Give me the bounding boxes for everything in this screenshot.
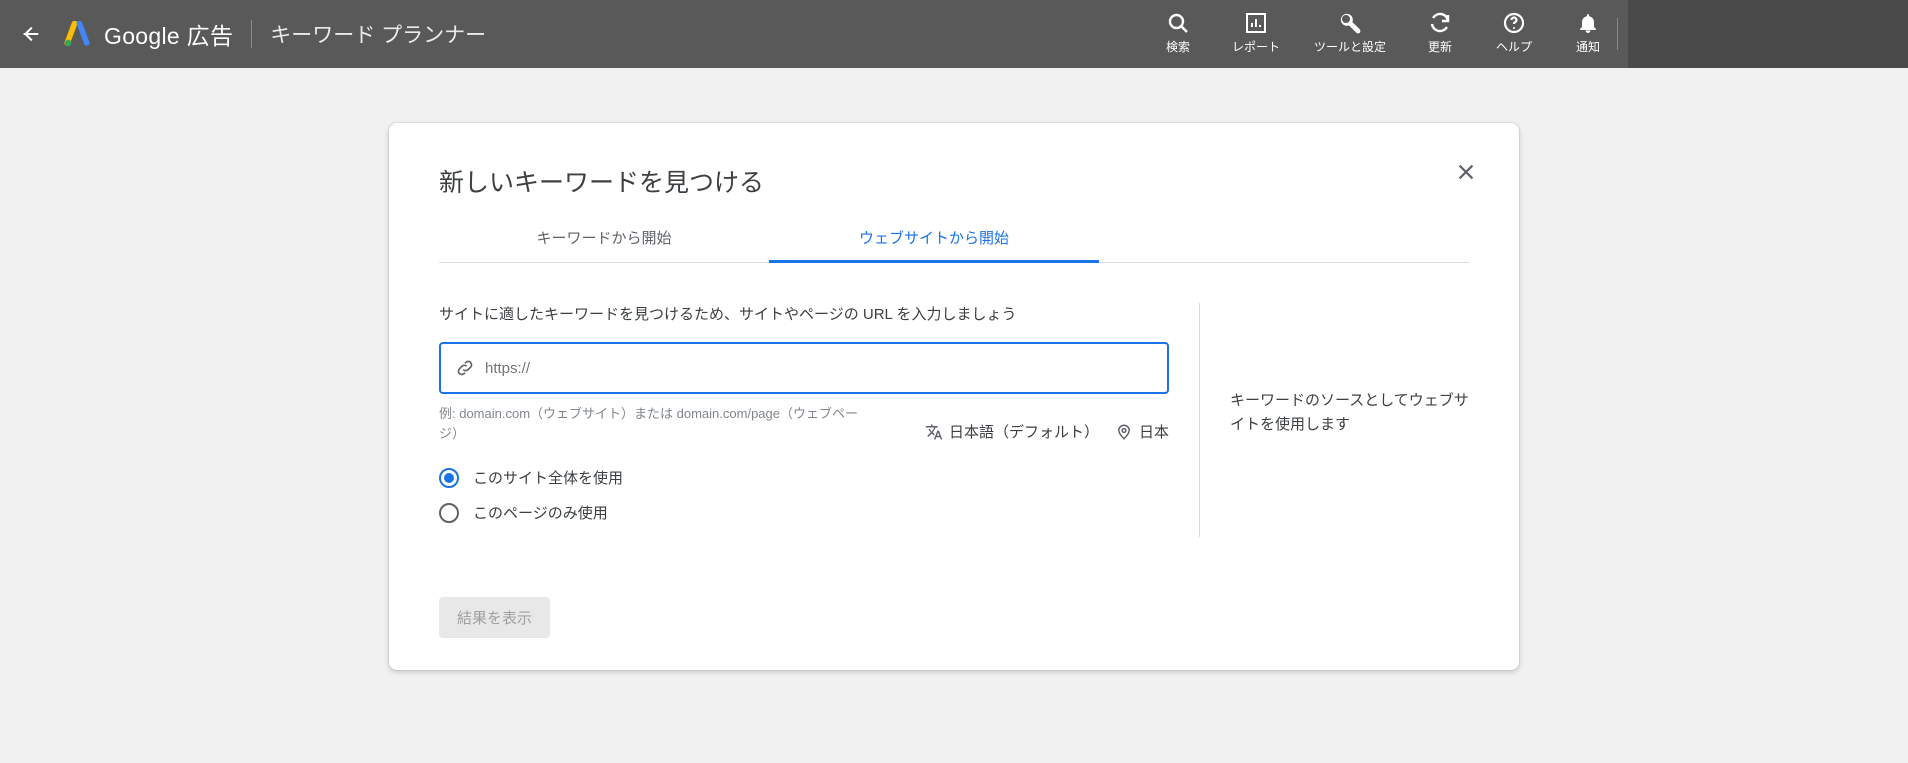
radio-page-label: このページのみ使用	[473, 502, 608, 523]
help-icon	[1501, 10, 1527, 36]
topbar-actions: 検索 レポート ツールと設定 更新 ヘルプ	[1158, 0, 1608, 68]
brand-rest: 広告	[180, 23, 233, 49]
nav-search-label: 検索	[1166, 40, 1190, 54]
url-input[interactable]	[485, 360, 1153, 377]
nav-tools-label: ツールと設定	[1314, 40, 1386, 54]
wrench-icon	[1337, 10, 1363, 36]
language-label: 日本語（デフォルト）	[949, 421, 1099, 442]
divider	[251, 20, 252, 48]
right-note: キーワードのソースとしてウェブサイトを使用します	[1230, 303, 1469, 437]
tab-keywords[interactable]: キーワードから開始	[439, 227, 769, 262]
search-icon	[1165, 10, 1191, 36]
page-title: キーワード プランナー	[270, 19, 486, 49]
tabs: キーワードから開始 ウェブサイトから開始	[439, 227, 1469, 263]
nav-report-label: レポート	[1232, 40, 1280, 54]
location-icon	[1115, 423, 1133, 441]
nav-help-button[interactable]: ヘルプ	[1494, 10, 1534, 54]
example-row: 例: domain.com（ウェブサイト）または domain.com/page…	[439, 404, 1169, 443]
account-area[interactable]	[1628, 0, 1908, 68]
radio-full-label: このサイト全体を使用	[473, 467, 623, 488]
nav-report-button[interactable]: レポート	[1232, 10, 1280, 54]
card-title: 新しいキーワードを見つける	[439, 163, 1469, 199]
scope-radios: このサイト全体を使用 このページのみ使用	[439, 467, 1189, 523]
radio-icon	[439, 503, 459, 523]
google-ads-logo-icon	[64, 21, 90, 47]
report-icon	[1243, 10, 1269, 36]
close-button[interactable]	[1455, 161, 1477, 183]
example-text: 例: domain.com（ウェブサイト）または domain.com/page…	[439, 404, 859, 443]
nav-notify-label: 通知	[1576, 40, 1600, 54]
nav-tools-button[interactable]: ツールと設定	[1314, 10, 1386, 54]
location-label: 日本	[1139, 421, 1169, 442]
radio-icon	[439, 468, 459, 488]
nav-search-button[interactable]: 検索	[1158, 10, 1198, 54]
divider	[1617, 18, 1618, 50]
left-column: サイトに適したキーワードを見つけるため、サイトやページの URL を入力しましょ…	[439, 303, 1189, 537]
nav-notify-button[interactable]: 通知	[1568, 10, 1608, 54]
close-icon	[1455, 161, 1477, 183]
refresh-icon	[1427, 10, 1453, 36]
topbar: Google 広告 キーワード プランナー 検索 レポート ツールと設定	[0, 0, 1908, 68]
keyword-card: 新しいキーワードを見つける キーワードから開始 ウェブサイトから開始 サイトに適…	[389, 123, 1519, 670]
tab-website[interactable]: ウェブサイトから開始	[769, 227, 1099, 262]
card-body: サイトに適したキーワードを見つけるため、サイトやページの URL を入力しましょ…	[439, 303, 1469, 537]
radio-full-site[interactable]: このサイト全体を使用	[439, 467, 1189, 488]
lang-loc-row: 日本語（デフォルト） 日本	[925, 404, 1169, 443]
instruction-text: サイトに適したキーワードを見つけるため、サイトやページの URL を入力しましょ…	[439, 303, 1189, 324]
brand-title: Google 広告	[104, 17, 233, 51]
bell-icon	[1575, 10, 1601, 36]
nav-help-label: ヘルプ	[1496, 40, 1532, 54]
language-chip[interactable]: 日本語（デフォルト）	[925, 421, 1099, 442]
right-column: キーワードのソースとしてウェブサイトを使用します	[1199, 303, 1469, 537]
brand-bold: Google	[104, 23, 180, 49]
url-input-wrapper[interactable]	[439, 342, 1169, 394]
location-chip[interactable]: 日本	[1115, 421, 1169, 442]
show-results-button[interactable]: 結果を表示	[439, 597, 550, 638]
radio-this-page[interactable]: このページのみ使用	[439, 502, 1189, 523]
nav-refresh-button[interactable]: 更新	[1420, 10, 1460, 54]
card-footer: 結果を表示	[439, 597, 1469, 638]
nav-refresh-label: 更新	[1428, 40, 1452, 54]
translate-icon	[925, 423, 943, 441]
link-icon	[455, 358, 475, 378]
back-arrow-icon[interactable]	[18, 22, 42, 46]
